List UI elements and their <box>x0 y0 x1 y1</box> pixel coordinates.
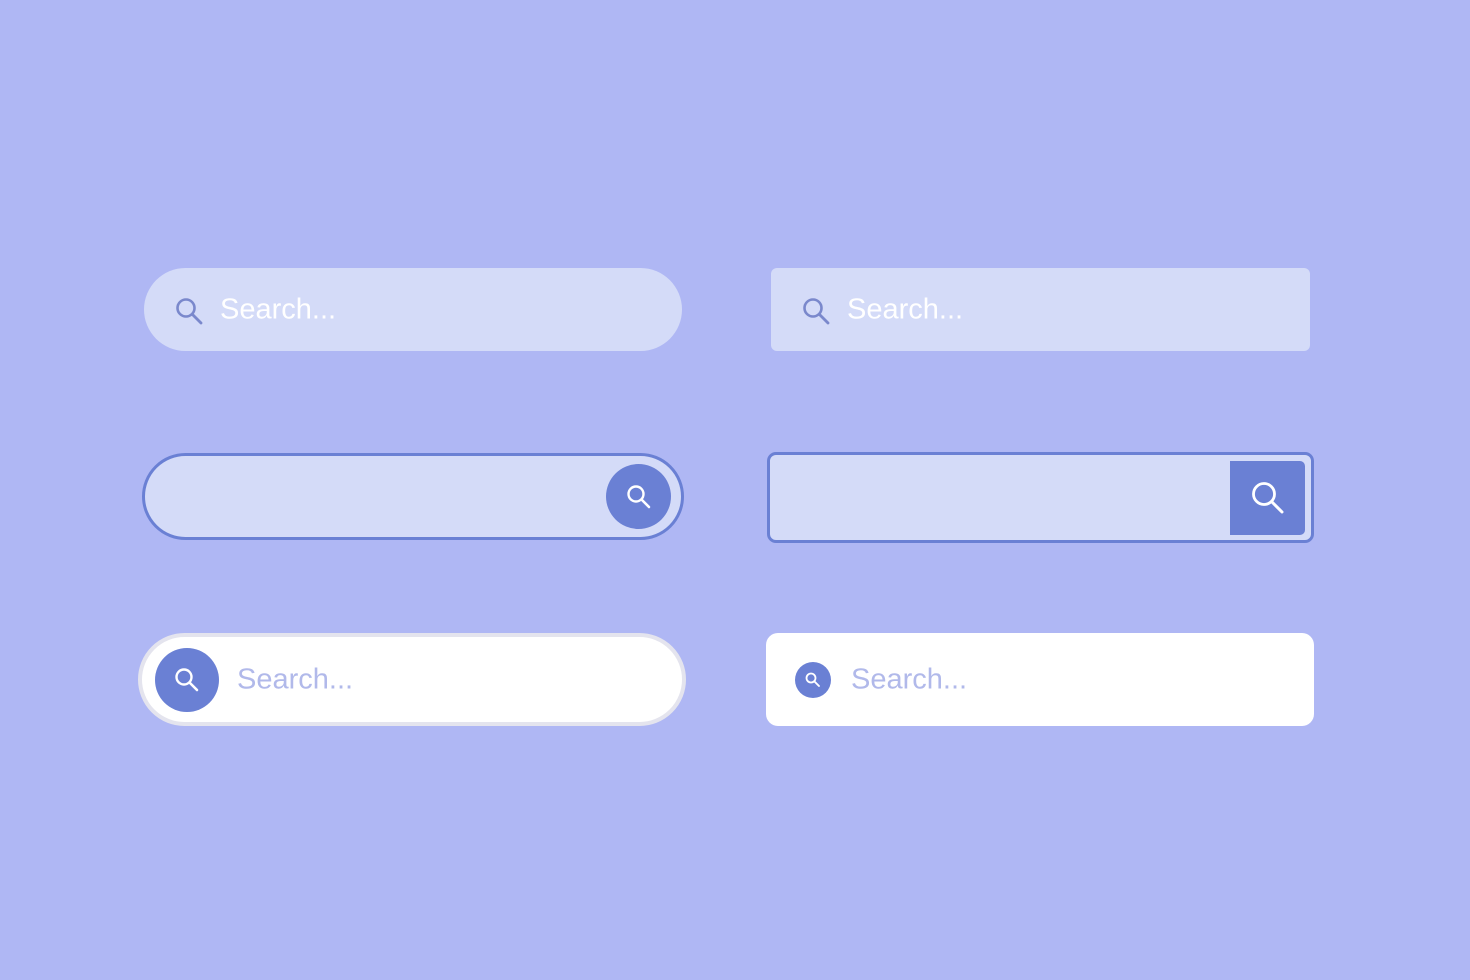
search-bar-pill-filled[interactable]: Search... <box>144 268 682 351</box>
search-icon <box>624 482 654 512</box>
search-placeholder: Search... <box>847 293 964 325</box>
search-placeholder: Search... <box>220 293 337 325</box>
search-placeholder: Search... <box>851 663 968 695</box>
search-icon <box>801 296 831 326</box>
search-bar-pill-white[interactable]: Search... <box>138 633 686 726</box>
search-bar-rect-outlined[interactable] <box>767 452 1314 543</box>
search-bar-rect-filled[interactable]: Search... <box>771 268 1310 351</box>
search-icon <box>1249 479 1287 517</box>
search-bar-pill-outlined[interactable] <box>142 453 684 540</box>
search-icon <box>172 665 202 695</box>
search-button[interactable] <box>1230 461 1305 535</box>
search-button[interactable] <box>606 464 671 529</box>
search-bar-rect-white[interactable]: Search... <box>766 633 1314 726</box>
search-placeholder: Search... <box>237 663 354 695</box>
search-button[interactable] <box>155 648 219 712</box>
search-icon <box>804 671 822 689</box>
search-button[interactable] <box>795 662 831 698</box>
search-icon <box>174 296 204 326</box>
